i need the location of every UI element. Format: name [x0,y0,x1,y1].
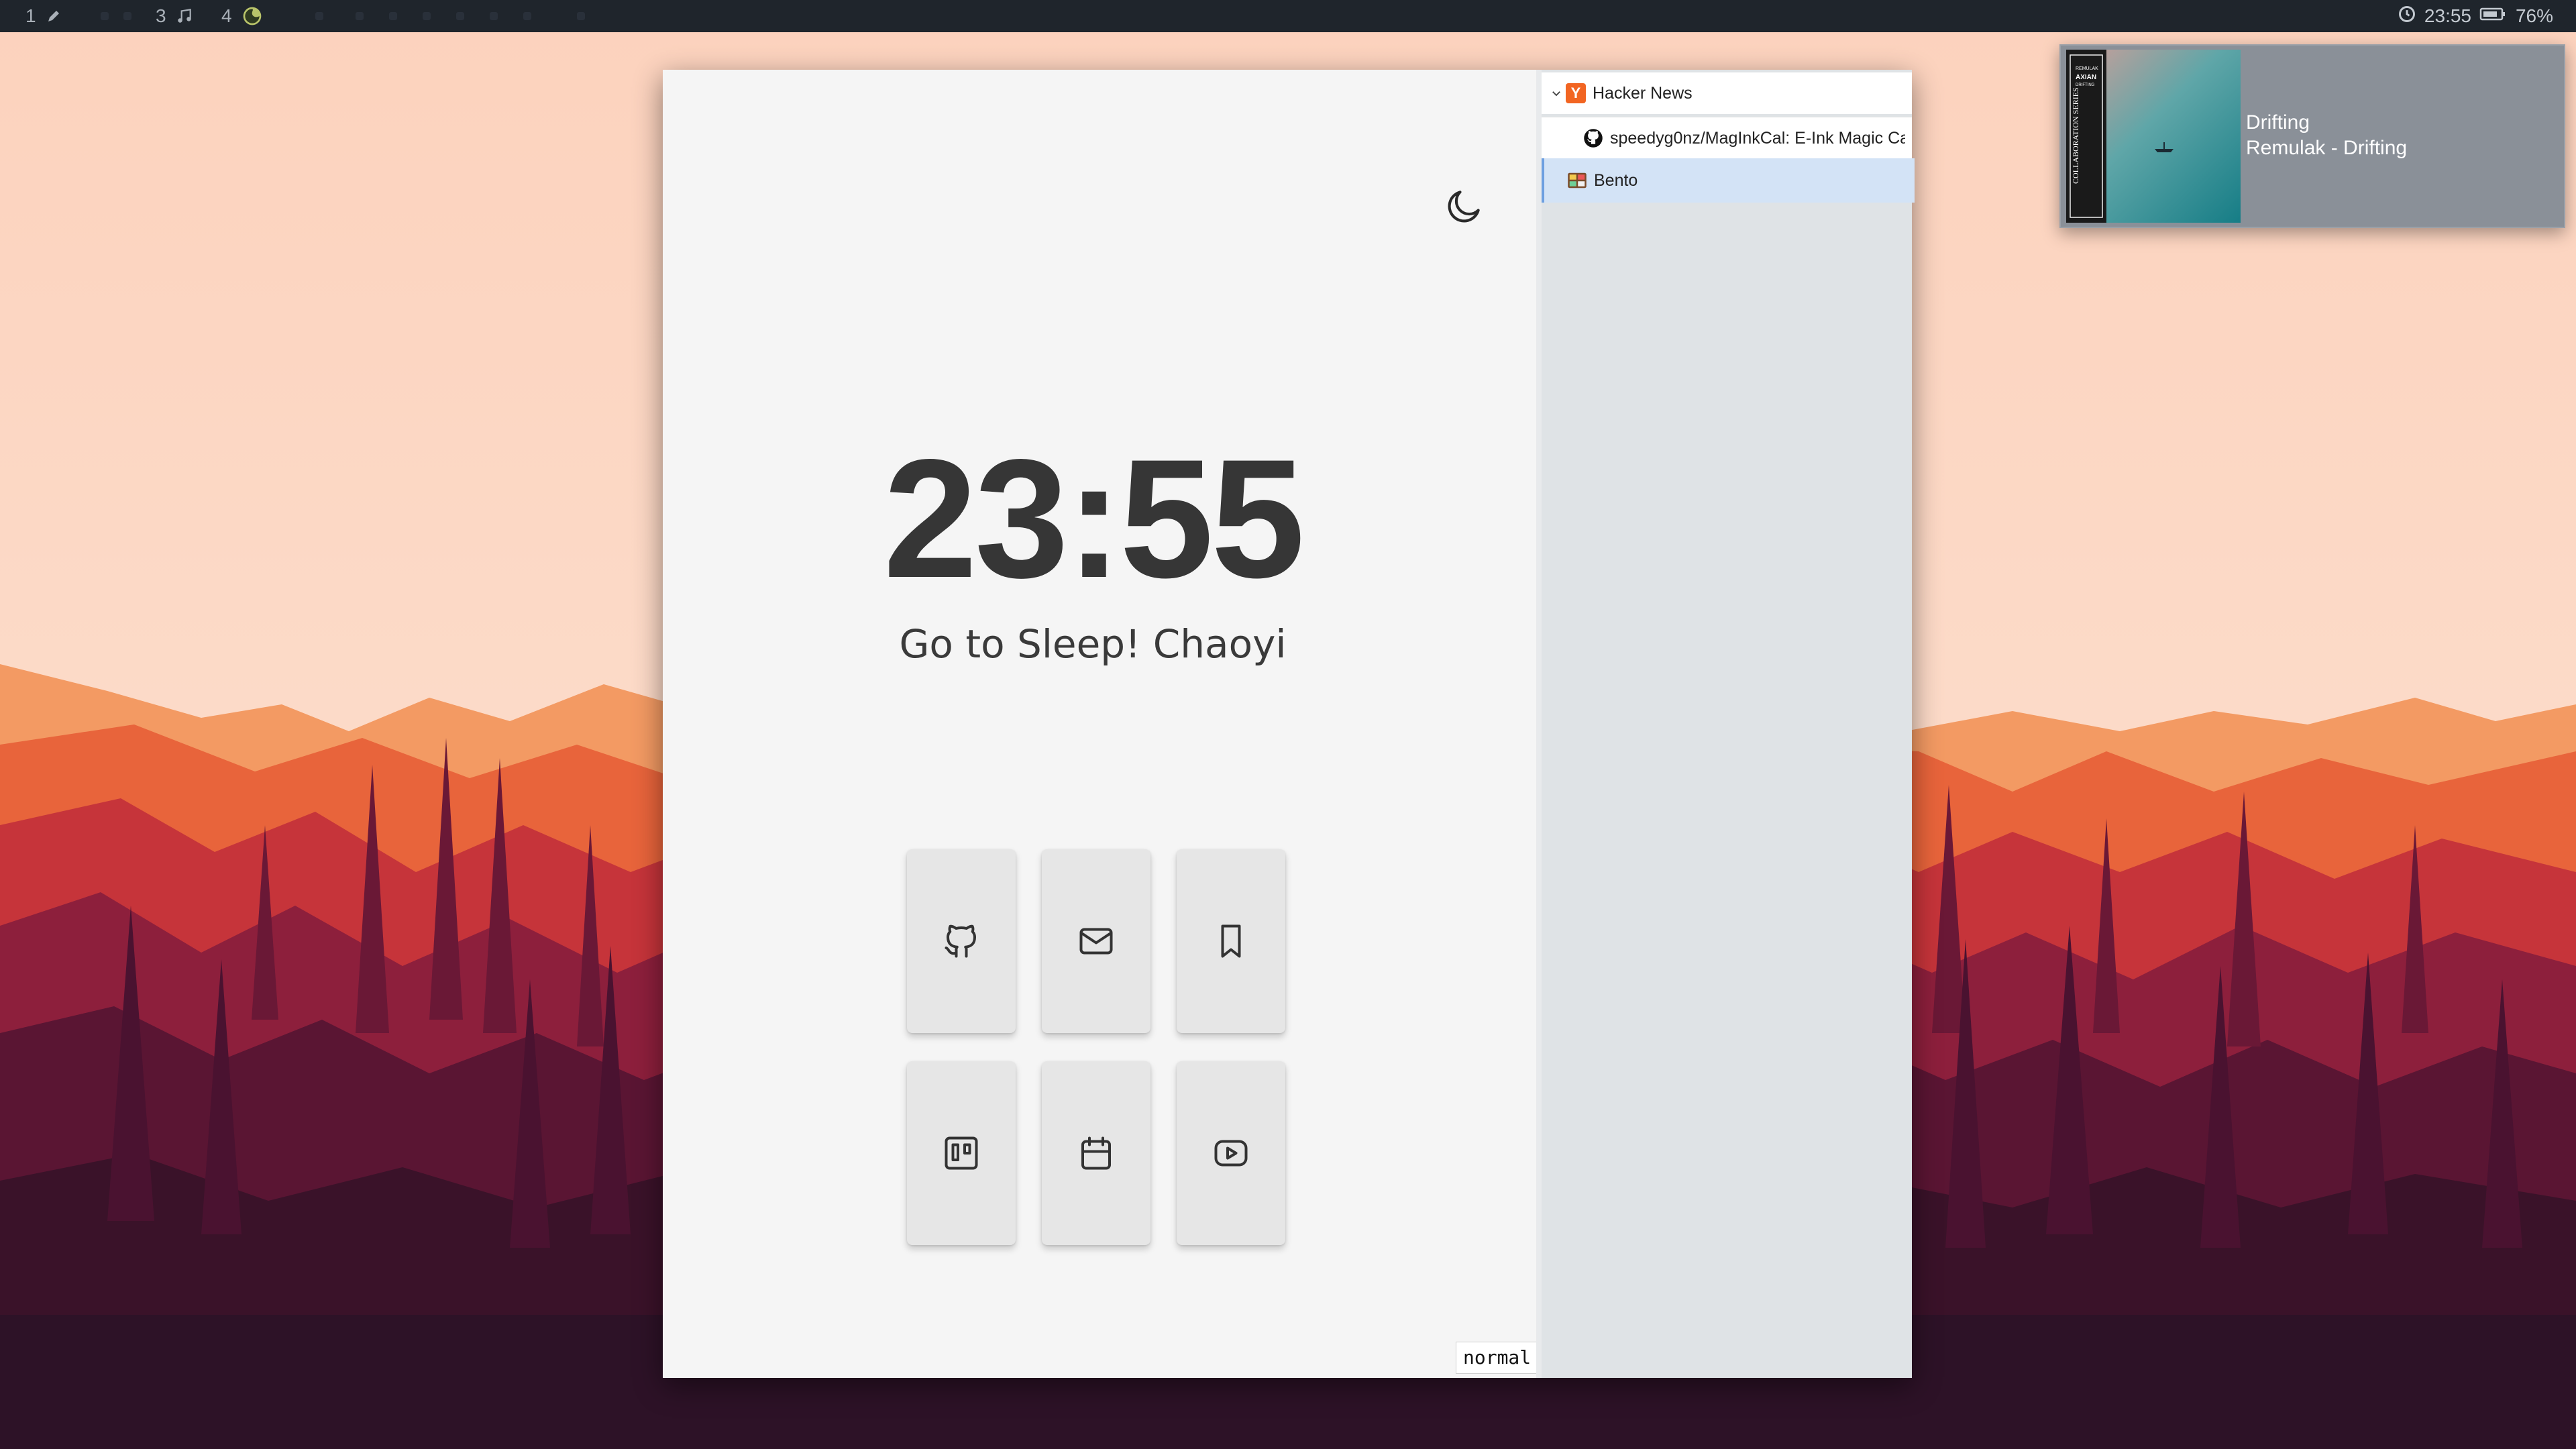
page-clock: 23:55 [883,425,1305,613]
music-note-icon [176,7,193,25]
tab-bento[interactable]: Bento [1542,158,1915,203]
workspace-placeholder [423,12,431,20]
workspace-placeholder [356,12,364,20]
github-link-tile[interactable] [907,849,1016,1033]
link-tiles [907,849,1285,1245]
moon-icon [1448,191,1480,223]
album-artist-label: REMULAK [2076,66,2098,71]
workspace-placeholder [123,12,131,20]
top-status-bar: 1 3 4 23:55 76% [0,0,2576,32]
workspace-4[interactable]: 4 [221,0,263,32]
tab-hacker-news[interactable]: Y Hacker News [1542,72,1912,114]
battery-icon [2479,5,2506,27]
battery-percent: 76% [2515,5,2553,26]
bookmark-icon [1221,924,1241,958]
tree-style-tabs-sidebar: Y Hacker News speedyg0nz/MagInkCal: E-In… [1542,70,1915,1378]
mail-icon [1079,928,1113,955]
bento-icon [1567,170,1587,191]
now-playing-notification[interactable]: COLLABORATION SERIES REMULAK AXIAN DRIFT… [2059,44,2565,228]
vim-mode-indicator: normal [1456,1342,1536,1374]
workspace-placeholder [523,12,531,20]
trello-link-tile[interactable] [907,1061,1016,1245]
workspace-placeholder [456,12,464,20]
tab-title: Hacker News [1593,83,1693,103]
clock-tray[interactable]: 23:55 [2398,0,2471,32]
tab-title: speedyg0nz/MagInkCal: E-Ink Magic Calend… [1610,128,1905,148]
browser-window: 23:55 Go to Sleep! Chaoyi normal Y Hacke… [663,70,1915,1378]
workspace-1[interactable]: 1 [25,0,62,32]
youtube-link-tile[interactable] [1177,1061,1285,1245]
workspace-placeholder [315,12,323,20]
tab-title: Bento [1594,170,1638,190]
track-artist: Remulak - Drifting [2246,137,2408,159]
workspace-3[interactable]: 3 [156,0,193,32]
y-combinator-icon: Y [1566,83,1586,103]
pencil-icon [46,8,62,24]
track-info: Drifting Remulak - Drifting [2246,110,2407,161]
mail-link-tile[interactable] [1042,849,1150,1033]
bookmark-link-tile[interactable] [1177,849,1285,1033]
album-series-label: COLLABORATION SERIES [2071,87,2080,184]
tab-maginkcal[interactable]: speedyg0nz/MagInkCal: E-Ink Magic Calend… [1542,117,1912,159]
album-art: COLLABORATION SERIES REMULAK AXIAN DRIFT… [2066,50,2241,223]
startpage-content: 23:55 Go to Sleep! Chaoyi normal [663,70,1536,1378]
trello-board-icon [945,1136,978,1170]
calendar-link-tile[interactable] [1042,1061,1150,1245]
workspace-placeholder [490,12,498,20]
clock-icon [2398,5,2416,28]
workspace-number: 4 [221,5,232,26]
topbar-clock: 23:55 [2424,5,2471,26]
workspace-placeholder [101,12,109,20]
track-title: Drifting [2246,111,2310,133]
workspace-placeholder [389,12,397,20]
greeting-text: Go to Sleep! Chaoyi [899,621,1287,667]
youtube-icon [1214,1140,1248,1167]
workspace-number: 3 [156,5,166,26]
battery-tray[interactable]: 76% [2479,0,2553,32]
calendar-icon [1081,1136,1111,1170]
album-title-label: DRIFTING [2076,83,2095,87]
album-artist-label-2: AXIAN [2076,74,2096,81]
workspace-placeholder [577,12,585,20]
browser-icon [241,5,263,27]
github-icon [945,924,976,958]
pane-divider[interactable] [1536,70,1542,1378]
github-icon [1583,128,1603,148]
workspace-number: 1 [25,5,36,26]
theme-toggle-button[interactable] [1442,184,1487,228]
chevron-down-icon[interactable] [1547,87,1566,99]
